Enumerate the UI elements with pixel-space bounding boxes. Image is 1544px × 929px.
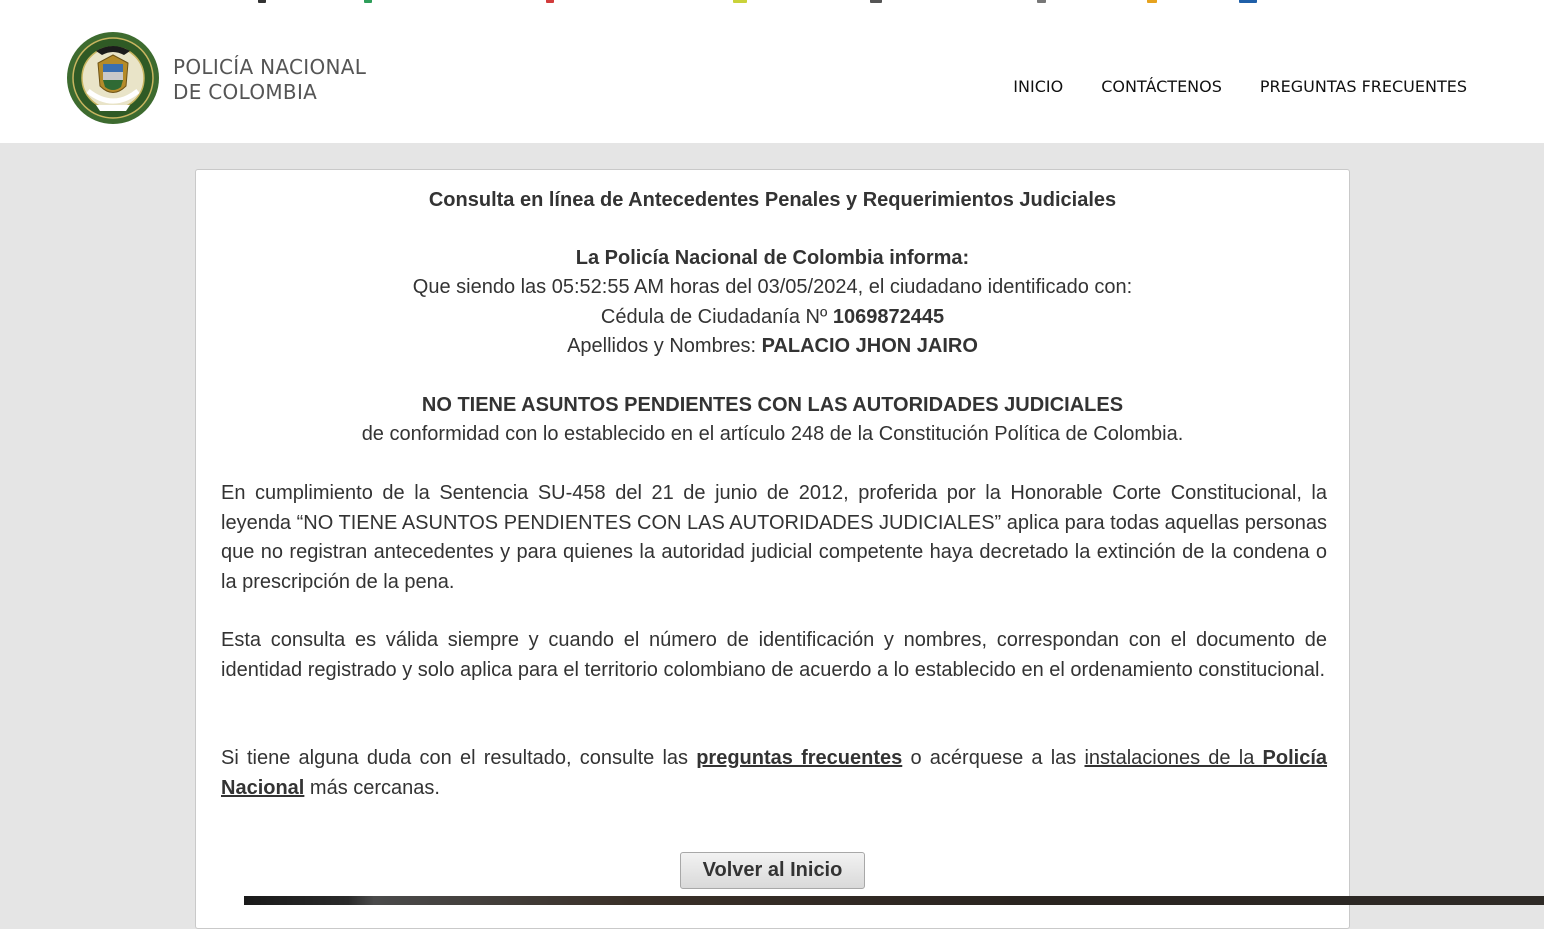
top-strip-icon xyxy=(870,0,882,3)
top-strip-icon xyxy=(733,0,747,3)
top-strip-icon xyxy=(258,0,266,3)
sentencia-paragraph: En cumplimiento de la Sentencia SU-458 d… xyxy=(221,482,1327,593)
page-title: Consulta en línea de Antecedentes Penale… xyxy=(428,189,1117,211)
timestamp-prefix: Que siendo las xyxy=(412,276,547,298)
doubts-paragraph: Si tiene alguna duda con el resultado, c… xyxy=(221,744,1327,803)
brand-line-2: DE COLOMBIA xyxy=(173,80,318,104)
police-seal-logo[interactable] xyxy=(66,31,160,125)
query-date: 03/05/2024 xyxy=(757,276,858,298)
nav-inicio[interactable]: INICIO xyxy=(1013,77,1063,96)
cedula-label: Cédula de Ciudadanía Nº xyxy=(600,306,828,328)
doubts-text-b: o acérquese a las xyxy=(902,747,1085,769)
status-result: NO TIENE ASUNTOS PENDIENTES CON LAS AUTO… xyxy=(421,394,1124,416)
faq-link[interactable]: preguntas frecuentes xyxy=(696,747,902,769)
top-strip-icon xyxy=(1239,0,1257,3)
timestamp-line: Que siendo las 05:52:55 AM horas del 03/… xyxy=(196,273,1349,303)
cedula-number: 1069872445 xyxy=(832,306,945,328)
query-time: 05:52:55 AM xyxy=(551,276,665,298)
status-note: de conformidad con lo establecido en el … xyxy=(361,423,1184,445)
names-line: Apellidos y Nombres: PALACIO JHON JAIRO xyxy=(196,332,1349,362)
footer-image-strip xyxy=(244,896,1544,905)
top-strip-icon xyxy=(1037,0,1046,3)
timestamp-mid: horas del xyxy=(669,276,752,298)
doubts-text-c: más cercanas. xyxy=(304,776,440,799)
top-strip-icon xyxy=(546,0,554,3)
brand-name[interactable]: POLICÍA NACIONAL DE COLOMBIA xyxy=(173,55,366,105)
top-strip-icon xyxy=(1147,0,1157,3)
brand-line-1: POLICÍA NACIONAL xyxy=(173,55,367,79)
site-header: POLICÍA NACIONAL DE COLOMBIA INICIO CONT… xyxy=(0,0,1544,143)
installations-link-text: instalaciones de la xyxy=(1084,747,1263,769)
names-value: PALACIO JHON JAIRO xyxy=(761,335,978,357)
informa-heading: La Policía Nacional de Colombia informa: xyxy=(575,247,970,269)
result-card: Consulta en línea de Antecedentes Penale… xyxy=(195,169,1350,929)
timestamp-suffix: , el ciudadano identificado con: xyxy=(857,276,1133,298)
nav-preguntas-frecuentes[interactable]: PREGUNTAS FRECUENTES xyxy=(1260,77,1467,96)
cedula-line: Cédula de Ciudadanía Nº 1069872445 xyxy=(196,303,1349,333)
doubts-text-a: Si tiene alguna duda con el resultado, c… xyxy=(221,747,697,769)
back-to-home-button[interactable]: Volver al Inicio xyxy=(680,852,865,889)
names-label: Apellidos y Nombres: xyxy=(567,335,757,357)
top-icon-strip xyxy=(0,0,1544,6)
nav-contactenos[interactable]: CONTÁCTENOS xyxy=(1101,77,1222,96)
validity-paragraph: Esta consulta es válida siempre y cuando… xyxy=(221,629,1327,681)
main-nav: INICIO CONTÁCTENOS PREGUNTAS FRECUENTES xyxy=(1013,77,1467,96)
top-strip-icon xyxy=(364,0,372,3)
